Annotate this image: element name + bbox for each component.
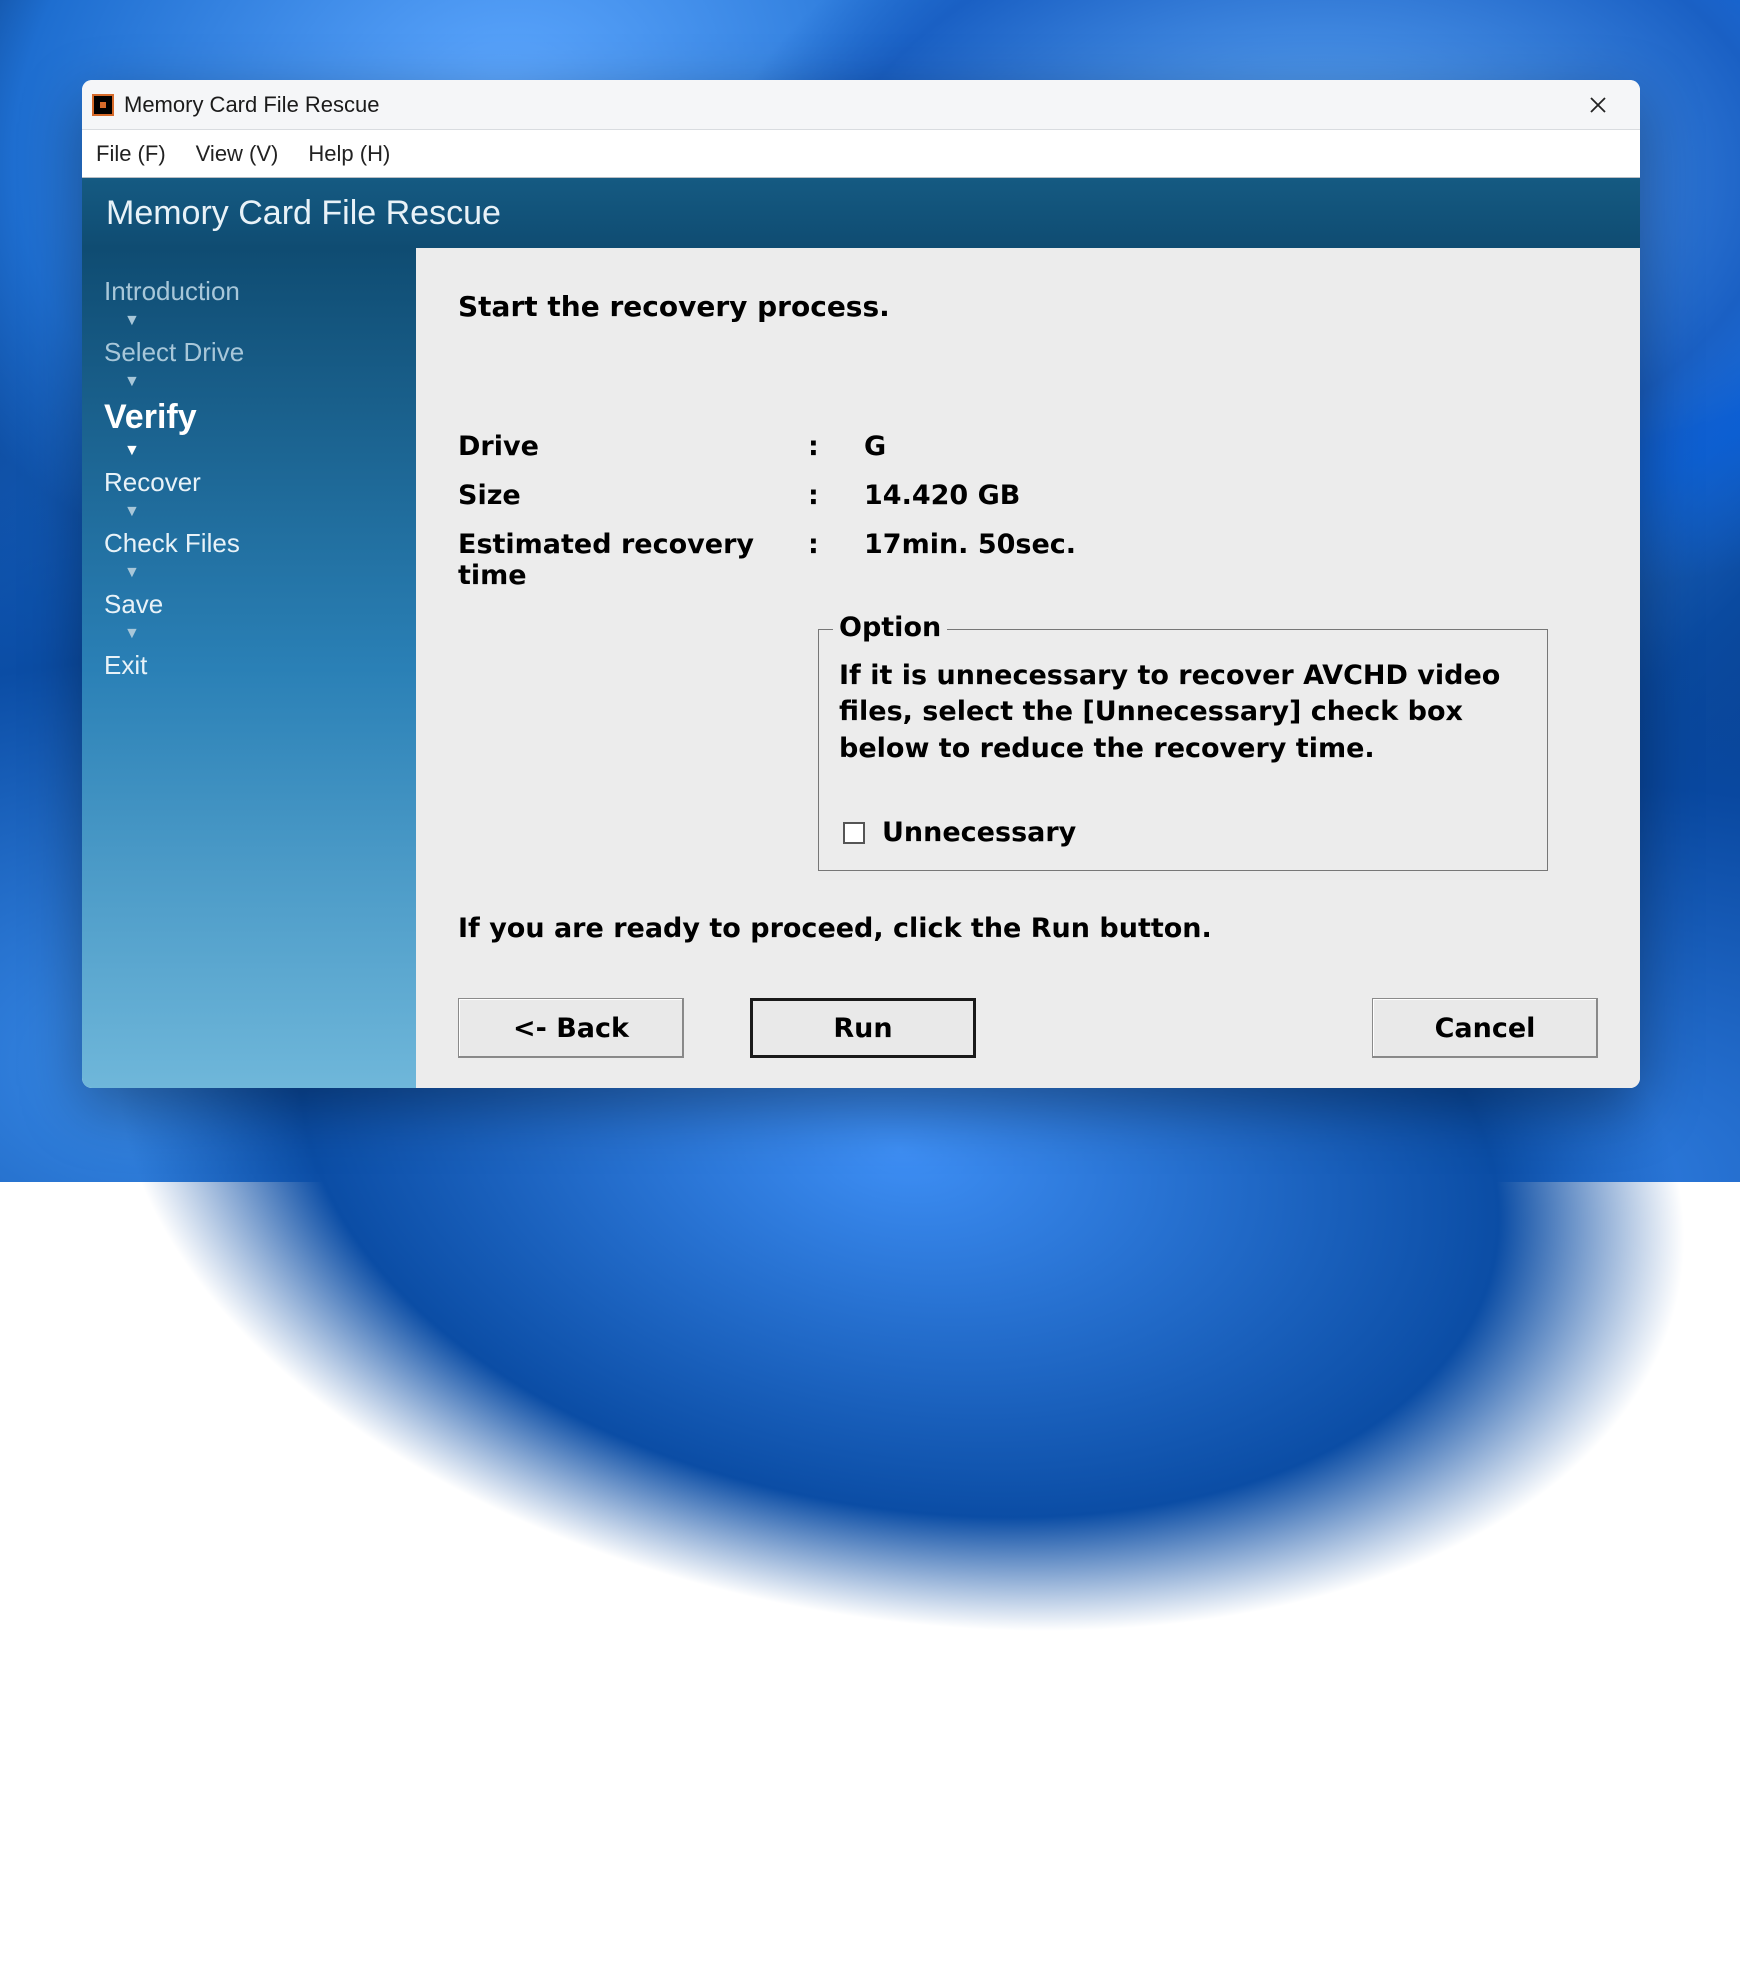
button-row: <- Back Run Cancel	[458, 958, 1598, 1058]
close-icon	[1589, 96, 1607, 114]
run-button[interactable]: Run	[750, 998, 976, 1058]
app-window: Memory Card File Rescue File (F) View (V…	[82, 80, 1640, 1088]
cancel-button[interactable]: Cancel	[1372, 998, 1598, 1058]
option-text: If it is unnecessary to recover AVCHD vi…	[839, 658, 1527, 767]
menu-help[interactable]: Help (H)	[306, 137, 392, 171]
content-panel: Start the recovery process. Drive : G Si…	[416, 248, 1640, 1088]
sidebar-step-check-files: Check Files	[104, 528, 394, 559]
drive-value: G	[858, 431, 1598, 462]
close-button[interactable]	[1566, 80, 1630, 130]
sidebar: Introduction ▼ Select Drive ▼ Verify ▼ R…	[82, 248, 416, 1088]
size-value: 14.420 GB	[858, 480, 1598, 511]
chevron-down-icon: ▼	[124, 374, 394, 390]
app-banner: Memory Card File Rescue	[82, 178, 1640, 248]
window-title: Memory Card File Rescue	[124, 92, 380, 118]
option-group: Option If it is unnecessary to recover A…	[818, 629, 1548, 871]
proceed-text: If you are ready to proceed, click the R…	[458, 913, 1598, 944]
menu-file[interactable]: File (F)	[94, 137, 168, 171]
back-button[interactable]: <- Back	[458, 998, 684, 1058]
sidebar-step-introduction: Introduction	[104, 276, 394, 307]
chevron-down-icon: ▼	[124, 443, 394, 459]
chevron-down-icon: ▼	[124, 504, 394, 520]
menu-view[interactable]: View (V)	[194, 137, 281, 171]
info-table: Drive : G Size : 14.420 GB Estimated rec…	[458, 413, 1598, 609]
unnecessary-label[interactable]: Unnecessary	[882, 817, 1076, 848]
titlebar: Memory Card File Rescue	[82, 80, 1640, 130]
app-icon	[92, 94, 114, 116]
time-label: Estimated recovery time	[458, 529, 808, 591]
menubar: File (F) View (V) Help (H)	[82, 130, 1640, 178]
time-value: 17min. 50sec.	[858, 529, 1598, 591]
sidebar-step-save: Save	[104, 589, 394, 620]
chevron-down-icon: ▼	[124, 313, 394, 329]
sidebar-step-recover: Recover	[104, 467, 394, 498]
chevron-down-icon: ▼	[124, 626, 394, 642]
drive-label: Drive	[458, 431, 808, 462]
page-heading: Start the recovery process.	[458, 290, 1598, 323]
banner-title: Memory Card File Rescue	[106, 194, 501, 233]
option-legend: Option	[833, 612, 947, 643]
unnecessary-checkbox[interactable]	[843, 822, 865, 844]
chevron-down-icon: ▼	[124, 565, 394, 581]
sidebar-step-select-drive: Select Drive	[104, 337, 394, 368]
size-label: Size	[458, 480, 808, 511]
sidebar-step-exit: Exit	[104, 650, 394, 681]
sidebar-step-verify: Verify	[104, 398, 394, 437]
